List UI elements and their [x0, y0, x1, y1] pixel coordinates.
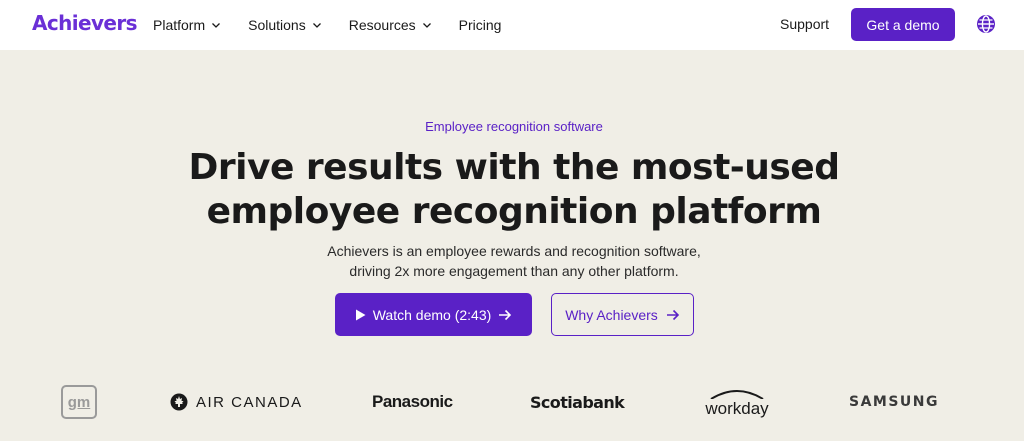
nav-item-platform[interactable]: Platform [153, 17, 221, 33]
nav-item-solutions[interactable]: Solutions [248, 17, 322, 33]
headline-line-2: employee recognition platform [206, 191, 822, 232]
maple-leaf-icon [170, 393, 188, 411]
nav-item-label: Solutions [248, 17, 306, 33]
workday-logo: workday [705, 380, 769, 424]
why-achievers-button[interactable]: Why Achievers [551, 293, 694, 336]
air-canada-logo: AIR CANADA [170, 380, 303, 424]
nav-item-label: Platform [153, 17, 206, 33]
samsung-logo: SAMSUNG [849, 380, 939, 424]
nav-item-resources[interactable]: Resources [349, 17, 432, 33]
main-nav: Platform Solutions Resources Pricing [153, 0, 528, 50]
hero-headline: Drive results with the most-used employe… [0, 146, 1024, 234]
gm-logo-mark: gm [61, 385, 97, 419]
support-link[interactable]: Support [780, 16, 829, 32]
why-achievers-label: Why Achievers [565, 306, 658, 323]
nav-item-label: Resources [348, 17, 416, 33]
watch-demo-button[interactable]: Watch demo (2:43) [335, 293, 532, 336]
play-icon [355, 309, 366, 320]
samsung-wordmark: SAMSUNG [849, 394, 940, 410]
nav-item-label: Pricing [458, 17, 502, 33]
gm-logo: gm [61, 380, 97, 424]
subtext-line-2: driving 2x more engagement than any othe… [349, 263, 679, 279]
hero-eyebrow: Employee recognition software [425, 119, 603, 134]
top-navigation-bar: Achievers Platform Solutions Resources P… [0, 0, 1024, 50]
workday-arc-icon [710, 390, 764, 399]
achievers-logo[interactable]: Achievers [32, 11, 138, 35]
panasonic-wordmark: Panasonic [372, 392, 453, 411]
air-canada-wordmark: AIR CANADA [196, 393, 303, 411]
scotiabank-wordmark: Scotiabank [530, 392, 625, 412]
watch-demo-label: Watch demo (2:43) [372, 306, 492, 323]
chevron-down-icon [422, 23, 431, 28]
subtext-line-1: Achievers is an employee rewards and rec… [327, 243, 701, 259]
chevron-down-icon [212, 23, 221, 28]
arrow-right-icon [499, 309, 512, 320]
panasonic-logo: Panasonic [372, 380, 453, 424]
scotiabank-logo: Scotiabank [530, 380, 625, 424]
globe-icon[interactable] [976, 14, 996, 34]
arrow-right-icon [666, 309, 679, 320]
headline-line-1: Drive results with the most-used [188, 147, 840, 188]
chevron-down-icon [312, 23, 321, 28]
nav-item-pricing[interactable]: Pricing [459, 17, 502, 33]
hero-subtext: Achievers is an employee rewards and rec… [0, 241, 1024, 281]
workday-wordmark: workday [705, 399, 769, 418]
customer-logos-strip: gm AIR CANADA Panasonic Scotiabank workd… [0, 380, 1024, 424]
get-a-demo-button[interactable]: Get a demo [851, 8, 955, 41]
